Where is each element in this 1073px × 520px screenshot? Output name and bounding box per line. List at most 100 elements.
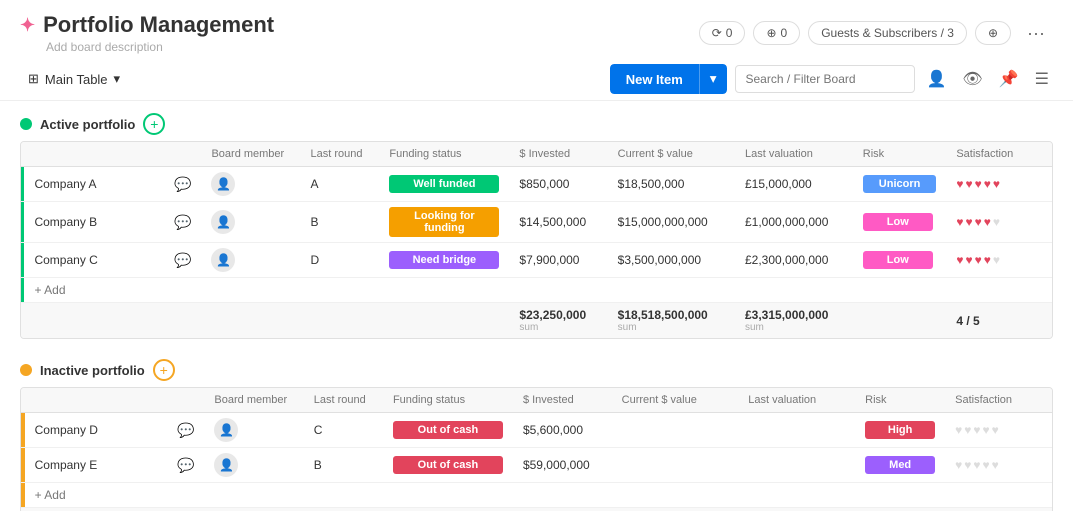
last-round-cell: B [304,448,383,483]
person-icon: 👤 [211,172,235,196]
company-name: Company D [25,413,167,448]
group-inactive-add-button[interactable]: + [153,359,175,381]
board-member-cell[interactable]: 👤 [204,413,303,448]
chat-cell[interactable]: 💬 [164,202,201,243]
current-value-cell [612,413,739,448]
risk-cell[interactable]: Low [853,243,947,278]
chat-cell[interactable]: 💬 [167,448,204,483]
last-valuation-cell: £15,000,000 [735,167,853,202]
group-inactive-label: Inactive portfolio [40,363,145,378]
col-round-header: Last round [304,388,383,413]
heart-icon: ♥ [965,215,972,229]
invested-cell: $7,900,000 [509,243,607,278]
col-satisfaction-header: Satisfaction [945,388,1052,413]
chat-cell[interactable]: 💬 [164,167,201,202]
heart-icon: ♥ [955,423,962,437]
sum-valuation: £3,315,000,000sum [735,303,853,339]
risk-cell[interactable]: Med [855,448,945,483]
automations-button[interactable]: ⟳ 0 [699,21,746,45]
col-chat-header [164,142,201,167]
add-row-label[interactable]: + Add [25,483,1052,508]
eye-icon[interactable]: 👁 [958,65,986,93]
board-member-cell[interactable]: 👤 [201,167,300,202]
heart-icon: ♥ [956,215,963,229]
heart-icon: ♥ [964,458,971,472]
board-description[interactable]: Add board description [46,40,274,54]
table-row: Company E 💬 👤 B Out of cash $59,000,000 … [21,448,1052,483]
current-value-cell: $18,500,000 [608,167,735,202]
heart-icon: ♥ [984,215,991,229]
new-item-button[interactable]: New Item [610,64,699,94]
search-input[interactable] [735,65,915,93]
funding-status-badge: Out of cash [393,421,503,439]
add-row[interactable]: + Add [21,483,1052,508]
sum-current: $18,518,500,000sum [608,303,735,339]
integrations-button[interactable]: ⊕ 0 [753,21,800,45]
active-table-wrapper: Board member Last round Funding status $… [20,141,1053,339]
risk-badge: Low [863,213,933,231]
board-member-cell[interactable]: 👤 [201,243,300,278]
group-active-add-button[interactable]: + [143,113,165,135]
last-round-cell: C [304,413,383,448]
col-board-header: Board member [204,388,303,413]
last-valuation-cell: £1,000,000,000 [735,202,853,243]
board-member-cell[interactable]: 👤 [201,202,300,243]
group-active: Active portfolio + Board member Last rou… [20,113,1053,339]
company-name: Company C [24,243,164,278]
invested-cell: $5,600,000 [513,413,612,448]
col-invested-header: $ Invested [509,142,607,167]
table-icon: ⊞ [28,71,39,87]
col-name-header [25,388,167,413]
active-table-header: Board member Last round Funding status $… [21,142,1052,167]
col-name-header [24,142,164,167]
user-icon[interactable]: 👤 [923,65,951,93]
more-button[interactable]: ··· [1019,19,1053,48]
inactive-table-header: Board member Last round Funding status $… [21,388,1052,413]
guests-button[interactable]: Guests & Subscribers / 3 [808,21,967,45]
satisfaction-cell: ♥♥♥♥♥ [945,448,1052,483]
content-area: Active portfolio + Board member Last rou… [0,101,1073,511]
heart-icon: ♥ [983,423,990,437]
table-row: Company B 💬 👤 B Looking for funding $14,… [21,202,1052,243]
funding-status-badge: Well funded [389,175,499,193]
risk-cell[interactable]: High [855,413,945,448]
toolbar: ⊞ Main Table ▾ New Item ▾ 👤 👁 📌 ☰ [0,58,1073,101]
heart-icon: ♥ [975,253,982,267]
pin-icon[interactable]: 📌 [995,65,1023,93]
col-current-header: Current $ value [608,142,735,167]
invested-cell: $59,000,000 [513,448,612,483]
heart-icon: ♥ [992,458,999,472]
toolbar-left: ⊞ Main Table ▾ [20,67,128,91]
heart-icon: ♥ [993,253,1000,267]
funding-status-cell[interactable]: Out of cash [383,448,513,483]
header-left: ✦ Portfolio Management Add board descrip… [20,12,274,54]
funding-status-cell[interactable]: Well funded [379,167,509,202]
col-risk-header: Risk [853,142,947,167]
invite-button[interactable]: ⊕ [975,21,1011,45]
sum-satisfaction: 0 / 5 [945,508,1052,512]
new-item-dropdown-button[interactable]: ▾ [699,64,727,94]
funding-status-cell[interactable]: Looking for funding [379,202,509,243]
funding-status-cell[interactable]: Out of cash [383,413,513,448]
sum-risk [853,303,947,339]
heart-icon: ♥ [965,177,972,191]
col-round-header: Last round [300,142,379,167]
chat-icon: 💬 [177,422,194,438]
chat-cell[interactable]: 💬 [164,243,201,278]
add-row[interactable]: + Add [21,278,1052,303]
active-table: Board member Last round Funding status $… [21,142,1052,338]
main-table-button[interactable]: ⊞ Main Table ▾ [20,67,128,91]
risk-cell[interactable]: Low [853,202,947,243]
chevron-down-icon: ▾ [114,71,121,87]
funding-status-cell[interactable]: Need bridge [379,243,509,278]
table-row: Company C 💬 👤 D Need bridge $7,900,000 $… [21,243,1052,278]
last-valuation-cell: £2,300,000,000 [735,243,853,278]
board-member-cell[interactable]: 👤 [204,448,303,483]
add-row-label[interactable]: + Add [24,278,1052,303]
chat-icon: 💬 [174,214,191,230]
filter-icon[interactable]: ☰ [1031,65,1053,93]
satisfaction-cell: ♥♥♥♥♥ [946,202,1052,243]
risk-cell[interactable]: Unicorn [853,167,947,202]
heart-icon: ♥ [973,423,980,437]
chat-cell[interactable]: 💬 [167,413,204,448]
